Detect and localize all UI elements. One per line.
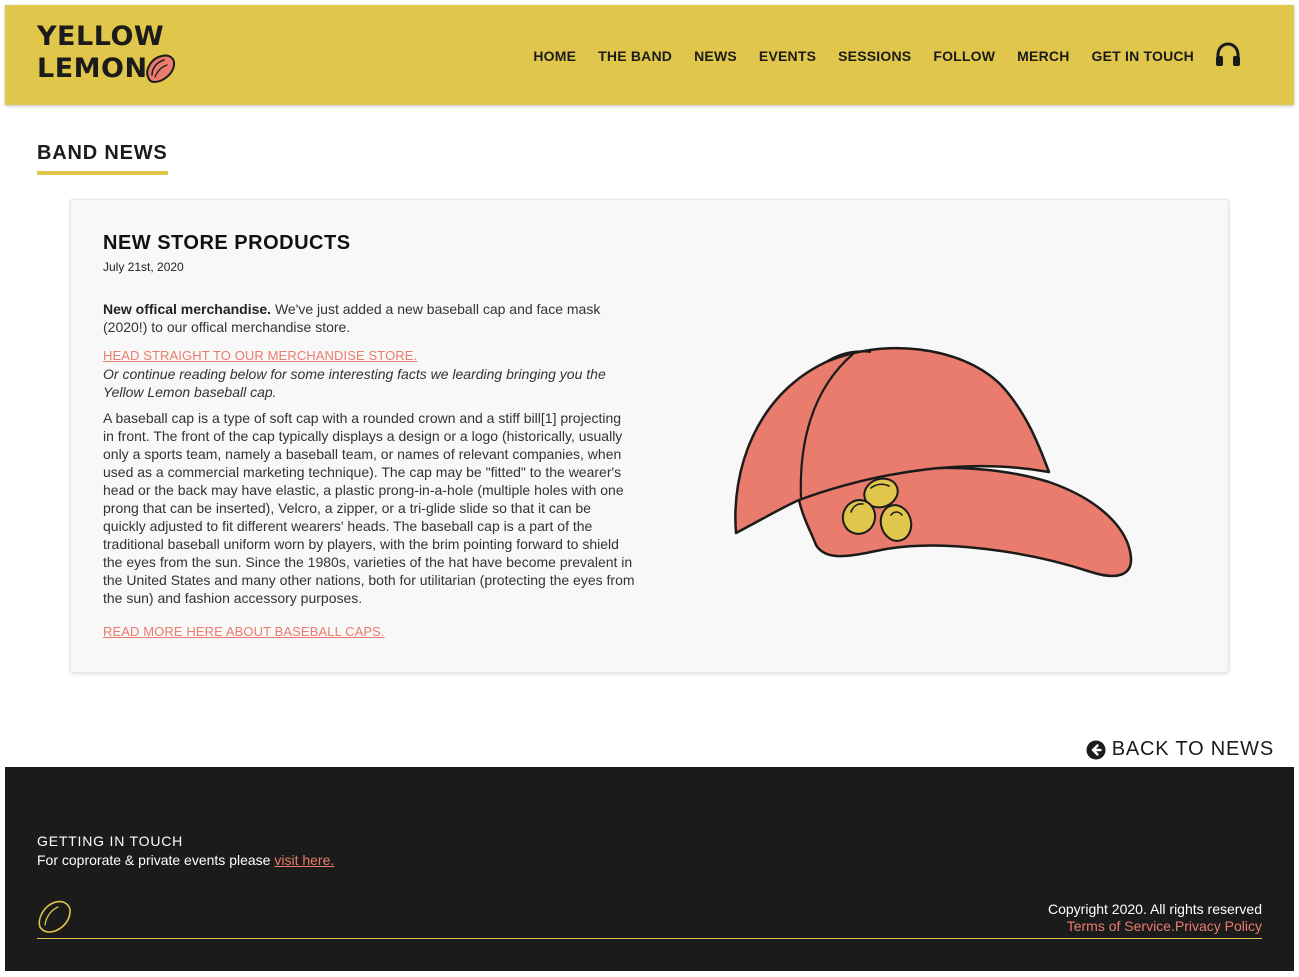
nav-events[interactable]: EVENTS <box>759 48 816 64</box>
footer-visit-link[interactable]: visit here. <box>274 852 334 868</box>
nav-the-band[interactable]: THE BAND <box>598 48 672 64</box>
site-header: YELLOW LEMON HOME THE BAND NEWS EVENTS S… <box>5 5 1294 105</box>
back-to-news-link[interactable]: BACK TO NEWS <box>1086 738 1274 761</box>
footer-divider <box>37 938 1262 939</box>
page-title: BAND NEWS <box>37 142 168 175</box>
read-more-link[interactable]: READ MORE HERE ABOUT BASEBALL CAPS. <box>103 624 385 639</box>
article-store-block: HEAD STRAIGHT TO OUR MERCHANDISE STORE. … <box>103 346 635 401</box>
nav-get-in-touch[interactable]: GET IN TOUCH <box>1092 48 1194 64</box>
nav-sessions[interactable]: SESSIONS <box>838 48 911 64</box>
logo-line-1: YELLOW <box>37 21 165 52</box>
news-article-card: NEW STORE PRODUCTS July 21st, 2020 New o… <box>70 199 1229 673</box>
merch-store-link[interactable]: HEAD STRAIGHT TO OUR MERCHANDISE STORE. <box>103 347 417 365</box>
article-title: NEW STORE PRODUCTS <box>103 232 351 254</box>
article-body: New offical merchandise. We've just adde… <box>103 300 635 617</box>
lemon-icon <box>146 54 176 84</box>
nav-merch[interactable]: MERCH <box>1017 48 1069 64</box>
lemon-outline-icon[interactable] <box>36 899 72 935</box>
back-to-news-label: BACK TO NEWS <box>1111 738 1274 760</box>
nav-follow[interactable]: FOLLOW <box>933 48 995 64</box>
site-footer: GETTING IN TOUCH For coprorate & private… <box>5 767 1294 971</box>
article-lead: New offical merchandise. We've just adde… <box>103 300 635 336</box>
footer-contact-label: For coprorate & private events please <box>37 852 275 868</box>
site-logo[interactable]: YELLOW LEMON <box>37 21 187 91</box>
footer-legal: Copyright 2020. All rights reserved Term… <box>1048 901 1262 935</box>
headphones-icon[interactable] <box>1214 41 1242 69</box>
privacy-policy-link[interactable]: Privacy Policy <box>1175 918 1262 934</box>
footer-contact-text: For coprorate & private events please vi… <box>37 852 334 868</box>
footer-heading: GETTING IN TOUCH <box>37 833 184 849</box>
article-date: July 21st, 2020 <box>103 260 184 274</box>
article-lead-bold: New offical merchandise. <box>103 301 272 317</box>
baseball-cap-illustration <box>734 346 1133 578</box>
terms-of-service-link[interactable]: Terms of Service. <box>1067 918 1175 934</box>
legal-links: Terms of Service.Privacy Policy <box>1048 918 1262 935</box>
nav-news[interactable]: NEWS <box>694 48 737 64</box>
article-paragraph: A baseball cap is a type of soft cap wit… <box>103 410 635 606</box>
nav-home[interactable]: HOME <box>533 48 576 64</box>
main-nav: HOME THE BAND NEWS EVENTS SESSIONS FOLLO… <box>511 45 1194 67</box>
article-italic-note: Or continue reading below for some inter… <box>103 366 606 400</box>
arrow-circle-left-icon <box>1086 740 1106 759</box>
copyright-text: Copyright 2020. All rights reserved <box>1048 901 1262 917</box>
